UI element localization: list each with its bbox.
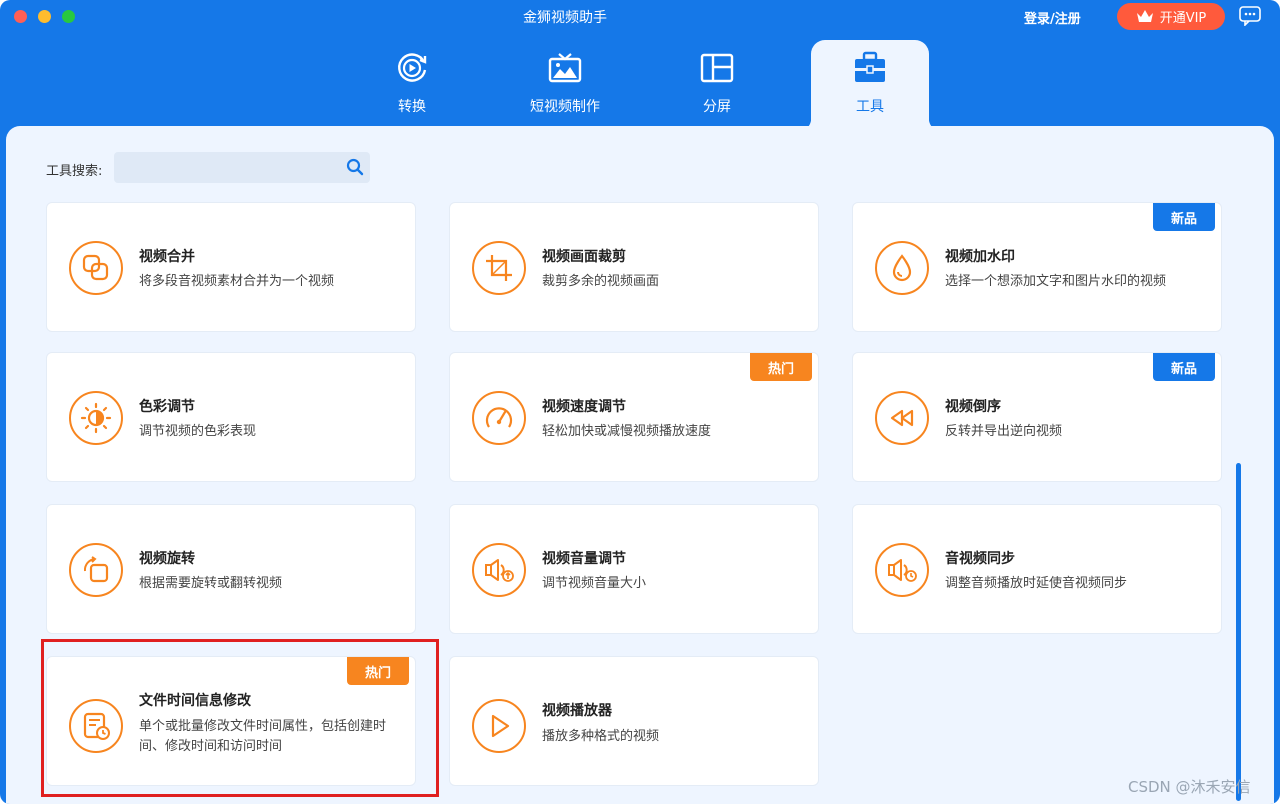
main-tabs: 转换 短视频制作 分屏 工具 [0,40,1280,132]
hot-badge: 热门 [750,353,812,381]
tool-card-volume[interactable]: 视频音量调节 调节视频音量大小 [449,504,819,634]
tool-desc: 裁剪多余的视频画面 [542,274,660,289]
new-badge: 新品 [1153,203,1215,231]
play-icon [491,714,510,738]
toolbox-icon [855,51,885,82]
tool-title: 视频速度调节 [542,399,626,415]
app-title: 金狮视频助手 [523,10,607,26]
tool-title: 色彩调节 [139,399,195,415]
tool-card-reverse[interactable]: 新品 视频倒序 反转并导出逆向视频 [852,352,1222,482]
tool-icon-frame [69,241,123,295]
tool-desc: 调节视频音量大小 [542,576,647,591]
highlight-box [41,639,439,797]
tool-card-video-crop[interactable]: 视频画面裁剪 裁剪多余的视频画面 [449,202,819,332]
tool-icon-frame [69,543,123,597]
tab-split-screen-label: 分屏 [703,99,731,115]
tool-card-video-merge[interactable]: 视频合并 将多段音视频素材合并为一个视频 [46,202,416,332]
convert-icon [398,53,427,82]
tool-icon-frame [875,241,929,295]
tv-image-icon [548,53,582,83]
volume-clock-icon [888,559,917,582]
tool-icon-frame [472,391,526,445]
tool-icon-frame [69,391,123,445]
watermark: CSDN @沐禾安信 [1128,778,1251,796]
split-screen-icon [700,53,734,83]
tool-desc: 轻松加快或减慢视频播放速度 [542,424,712,439]
tool-card-speed[interactable]: 热门 视频速度调节 轻松加快或减慢视频播放速度 [449,352,819,482]
tool-title: 视频画面裁剪 [542,249,626,265]
tool-icon-frame [472,241,526,295]
tool-icon-frame [875,543,929,597]
crown-icon [1136,10,1153,22]
login-register-link[interactable]: 登录/注册 [1024,8,1081,27]
tool-card-watermark[interactable]: 新品 视频加水印 选择一个想添加文字和图片水印的视频 [852,202,1222,332]
tab-convert[interactable]: 转换 [353,40,471,126]
tool-desc: 调整音频播放时延使音视频同步 [945,576,1128,591]
tool-title: 音视频同步 [945,551,1015,567]
tab-tools-label: 工具 [856,99,884,115]
tool-title: 视频音量调节 [542,551,626,567]
tool-title: 视频倒序 [945,399,1001,415]
tool-card-rotate[interactable]: 视频旋转 根据需要旋转或翻转视频 [46,504,416,634]
tool-icon-frame [875,391,929,445]
tool-title: 视频播放器 [542,703,612,719]
tab-tools[interactable]: 工具 [797,40,943,132]
vip-label: 开通VIP [1159,11,1207,26]
tool-card-av-sync[interactable]: 音视频同步 调整音频播放时延使音视频同步 [852,504,1222,634]
tab-short-video-label: 短视频制作 [530,99,600,115]
search-box [114,152,370,183]
tool-card-player[interactable]: 视频播放器 播放多种格式的视频 [449,656,819,786]
tool-desc: 根据需要旋转或翻转视频 [139,576,283,591]
tool-title: 视频合并 [139,249,195,265]
merge-icon [82,254,109,281]
rewind-icon [890,409,914,427]
tool-desc: 播放多种格式的视频 [542,729,660,744]
crop-icon [486,255,512,281]
tab-split-screen[interactable]: 分屏 [658,40,776,126]
droplet-icon [892,254,912,282]
tool-desc: 选择一个想添加文字和图片水印的视频 [945,274,1167,289]
tool-title: 视频加水印 [945,249,1015,265]
tool-card-color-adjust[interactable]: 色彩调节 调节视频的色彩表现 [46,352,416,482]
search-label: 工具搜索: [46,164,103,179]
tab-short-video[interactable]: 短视频制作 [506,40,624,126]
sun-icon [80,402,112,434]
tool-title: 视频旋转 [139,551,195,567]
new-badge: 新品 [1153,353,1215,381]
scrollbar[interactable] [1236,463,1241,801]
tool-icon-frame [472,699,526,753]
speedometer-icon [485,407,513,428]
vip-button[interactable]: 开通VIP [1117,3,1225,30]
tool-desc: 反转并导出逆向视频 [945,424,1063,439]
rotate-icon [83,556,109,583]
tool-desc: 将多段音视频素材合并为一个视频 [139,274,335,289]
volume-up-icon [485,559,514,582]
search-icon[interactable] [346,158,364,176]
search-input[interactable] [114,152,334,183]
tool-icon-frame [472,543,526,597]
tool-desc: 调节视频的色彩表现 [139,424,257,439]
app-window: 金狮视频助手 登录/注册 开通VIP 转换 短视频制作 分屏 工具 工具搜索: … [0,0,1280,804]
tab-convert-label: 转换 [398,99,426,115]
chat-icon[interactable] [1239,6,1261,26]
